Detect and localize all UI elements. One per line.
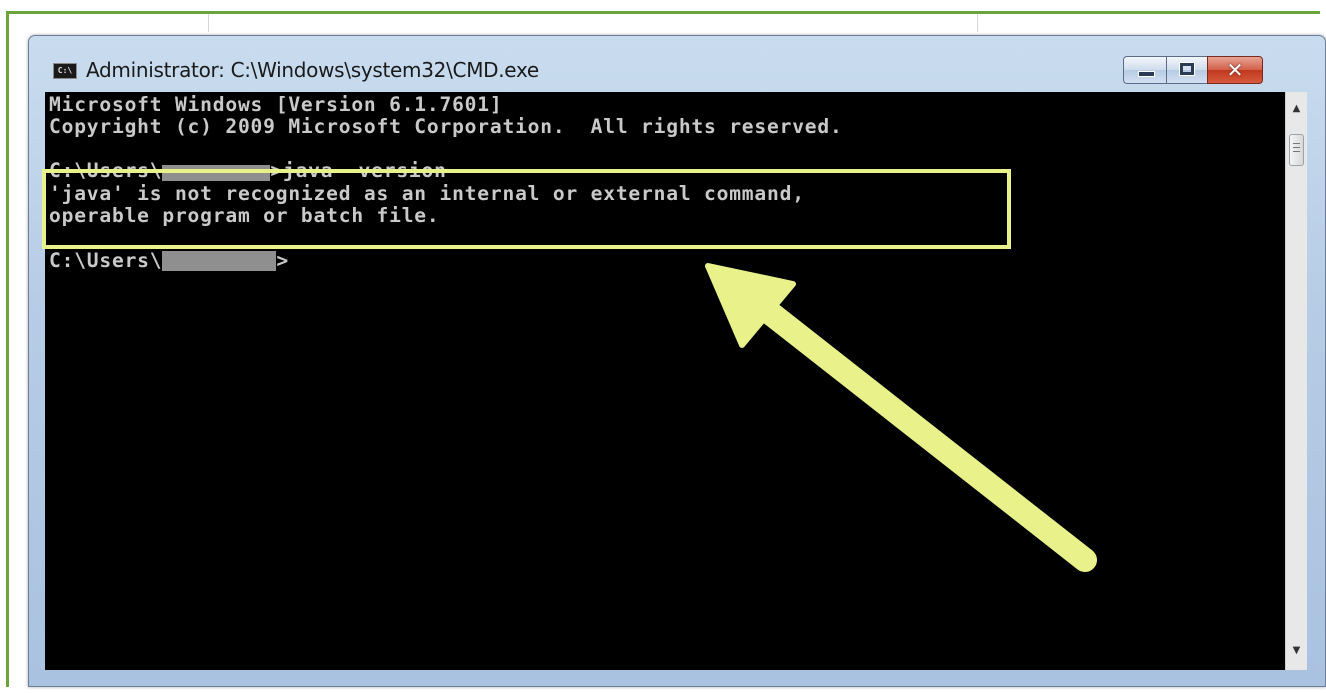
arrow-shaft <box>748 293 1097 572</box>
annotation-arrow <box>705 263 1097 572</box>
